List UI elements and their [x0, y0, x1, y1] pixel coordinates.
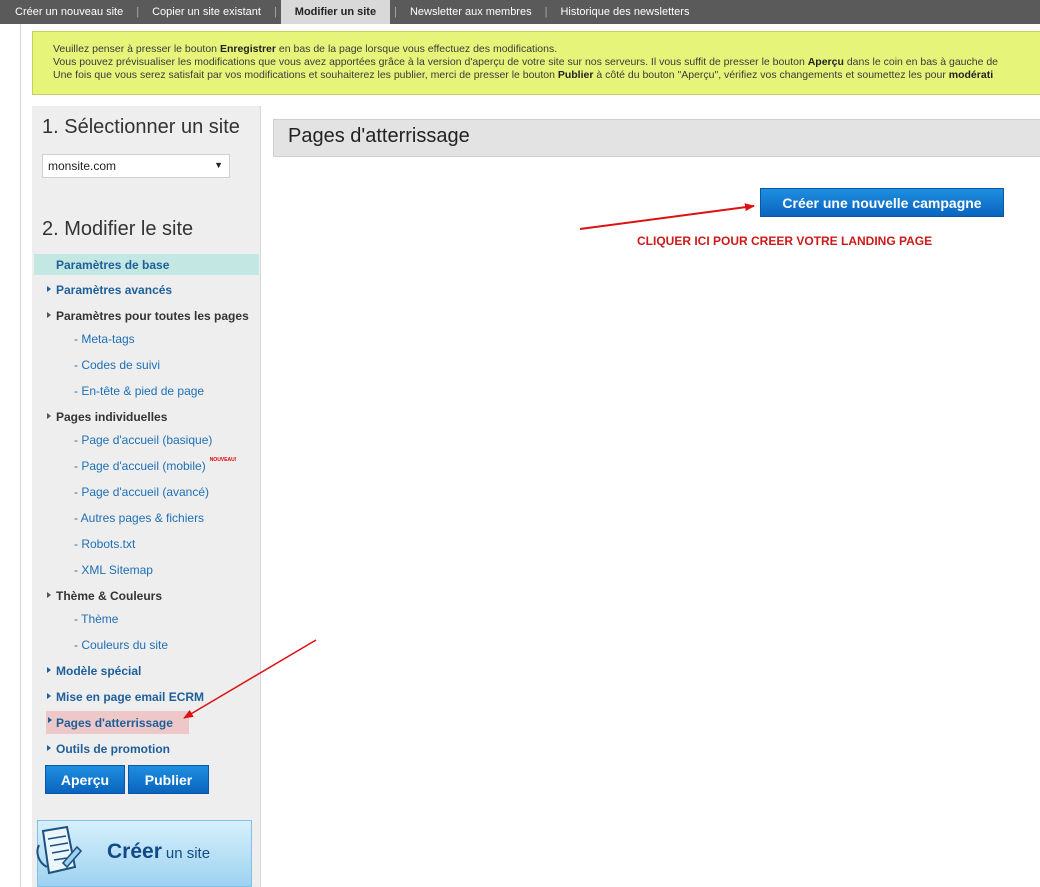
tab-copy-existing-site[interactable]: Copier un site existant: [143, 0, 270, 24]
menu-label: - Thème: [74, 612, 119, 626]
new-campaign-button[interactable]: Créer une nouvelle campagne: [760, 188, 1004, 217]
menu-label: - XML Sitemap: [74, 563, 153, 577]
notice-emphasis: Aperçu: [807, 56, 844, 68]
site-select-value: monsite.com: [48, 159, 117, 173]
top-navigation: Créer un nouveau site | Copier un site e…: [0, 0, 1040, 24]
triangle-right-icon: [47, 592, 51, 598]
menu-individual-pages[interactable]: Pages individuelles: [34, 407, 259, 427]
notice-text: à côté du bouton "Aperçu", vérifiez vos …: [593, 69, 949, 81]
menu-advanced-settings[interactable]: Paramètres avancés: [34, 280, 259, 300]
menu-landing-pages[interactable]: Pages d'atterrissage: [46, 711, 189, 734]
menu-theme-colors[interactable]: Thème & Couleurs: [34, 586, 259, 606]
menu-label: - Couleurs du site: [74, 638, 169, 652]
menu-label: - Page d'accueil (basique): [74, 433, 213, 447]
menu-label: Paramètres pour toutes les pages: [56, 309, 249, 323]
modify-site-heading: 2. Modifier le site: [42, 218, 194, 240]
menu-label: - Meta-tags: [74, 332, 135, 346]
select-site-heading: 1. Sélectionner un site: [42, 116, 240, 138]
create-site-label-big: Créer: [107, 840, 162, 863]
menu-xml-sitemap[interactable]: - XML Sitemap: [34, 560, 259, 580]
publish-button[interactable]: Publier: [128, 765, 209, 794]
menu-meta-tags[interactable]: - Meta-tags: [34, 329, 259, 349]
menu-header-footer[interactable]: - En-tête & pied de page: [34, 381, 259, 401]
document-pen-icon: [36, 825, 83, 875]
tab-newsletter-history[interactable]: Historique des newsletters: [551, 0, 698, 24]
notice-emphasis: Publier: [557, 69, 594, 81]
triangle-right-icon: [47, 745, 51, 751]
menu-theme[interactable]: - Thème: [34, 609, 259, 629]
triangle-right-icon: [47, 286, 51, 292]
notice-banner: Veuillez penser à presser le bouton Enre…: [32, 31, 1040, 95]
notice-text: Vous pouvez prévisualiser les modificati…: [53, 56, 808, 68]
menu-special-model[interactable]: Modèle spécial: [34, 661, 259, 681]
menu-label: Paramètres avancés: [56, 283, 173, 297]
menu-label: - Page d'accueil (avancé): [74, 485, 210, 499]
notice-text: Veuillez penser à presser le bouton: [53, 43, 220, 55]
main-divider: [260, 106, 261, 887]
triangle-right-icon: [47, 312, 51, 318]
arrow-to-campaign-button: [579, 203, 755, 230]
menu-label: Thème & Couleurs: [56, 589, 163, 603]
menu-label: - En-tête & pied de page: [74, 384, 205, 398]
menu-robots-txt[interactable]: - Robots.txt: [34, 534, 259, 554]
menu-site-colors[interactable]: - Couleurs du site: [34, 635, 259, 655]
triangle-right-icon: [47, 693, 51, 699]
menu-label: Modèle spécial: [56, 664, 142, 678]
nav-separator: |: [544, 6, 548, 18]
notice-emphasis: modérati: [948, 69, 994, 81]
menu-promotion-tools[interactable]: Outils de promotion: [34, 739, 259, 759]
menu-all-pages-settings[interactable]: Paramètres pour toutes les pages: [34, 306, 259, 326]
page-title: Pages d'atterrissage: [273, 119, 1040, 157]
nav-separator: |: [136, 6, 140, 18]
notice-text: dans le coin en bas à gauche de: [843, 56, 999, 68]
menu-label: - Codes de suivi: [74, 358, 161, 372]
notice-line-1: Veuillez penser à presser le bouton Enre…: [53, 43, 1040, 56]
annotation-text: CLIQUER ICI POUR CREER VOTRE LANDING PAG…: [637, 234, 933, 248]
menu-home-mobile[interactable]: - Page d'accueil (mobile) NOUVEAU!: [34, 456, 259, 476]
notice-text: en bas de la page lorsque vous effectuez…: [275, 43, 558, 55]
tab-create-new-site[interactable]: Créer un nouveau site: [0, 0, 132, 24]
menu-label: Pages d'atterrissage: [56, 715, 173, 730]
menu-label: - Page d'accueil (mobile): [74, 459, 206, 473]
triangle-right-icon: [47, 667, 51, 673]
triangle-right-icon: [48, 717, 52, 723]
nav-separator: |: [273, 6, 277, 18]
nav-separator: |: [394, 6, 397, 18]
create-site-button[interactable]: Créer un site: [36, 820, 252, 887]
menu-label: Mise en page email ECRM: [56, 690, 205, 704]
menu-label: Outils de promotion: [56, 742, 170, 756]
menu-label: Paramètres de base: [56, 257, 170, 272]
menu-home-advanced[interactable]: - Page d'accueil (avancé): [34, 482, 259, 502]
menu-label: Pages individuelles: [56, 410, 168, 424]
menu-home-basic[interactable]: - Page d'accueil (basique): [34, 430, 259, 450]
preview-button[interactable]: Aperçu: [45, 765, 125, 794]
dropdown-caret-icon: ▼: [214, 160, 223, 170]
menu-base-settings[interactable]: Paramètres de base: [34, 254, 259, 275]
new-badge: NOUVEAU!: [209, 457, 237, 463]
notice-line-2: Vous pouvez prévisualiser les modificati…: [53, 56, 1040, 69]
tab-modify-site[interactable]: Modifier un site: [280, 0, 391, 24]
triangle-right-icon: [47, 413, 51, 419]
notice-text: Une fois que vous serez satisfait par vo…: [53, 69, 558, 81]
menu-label: - Robots.txt: [74, 537, 136, 551]
site-select[interactable]: monsite.com ▼: [42, 154, 230, 178]
left-divider: [20, 24, 21, 887]
menu-email-layout[interactable]: Mise en page email ECRM: [34, 687, 259, 707]
menu-tracking-codes[interactable]: - Codes de suivi: [34, 355, 259, 375]
menu-label: - Autres pages & fichiers: [74, 511, 205, 525]
menu-other-pages[interactable]: - Autres pages & fichiers: [34, 508, 259, 528]
notice-emphasis: Enregistrer: [219, 43, 276, 55]
tab-member-newsletter[interactable]: Newsletter aux membres: [401, 0, 541, 24]
create-site-label-small: un site: [165, 845, 211, 862]
notice-line-3: Une fois que vous serez satisfait par vo…: [53, 69, 1040, 82]
